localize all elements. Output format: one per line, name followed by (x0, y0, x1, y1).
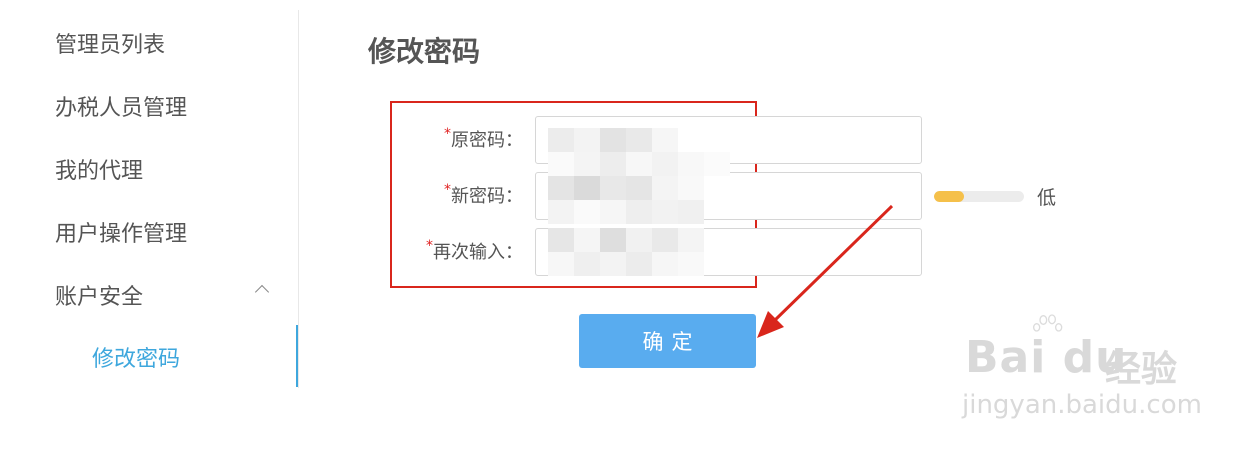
sidebar-item-user-operations[interactable]: 用户操作管理 (55, 216, 187, 248)
watermark-url: jingyan.baidu.com (962, 390, 1202, 420)
sidebar-item-admin-list[interactable]: 管理员列表 (55, 27, 165, 59)
sidebar-item-account-security[interactable]: 账户安全 (55, 279, 143, 311)
password-strength-meter (934, 191, 1024, 202)
new-password-label: *新密码： (444, 182, 523, 207)
required-mark: * (444, 182, 451, 198)
strength-meter-fill (934, 191, 964, 202)
sidebar-subitem-change-password[interactable]: 修改密码 (92, 341, 180, 373)
sidebar-item-tax-staff[interactable]: 办税人员管理 (55, 90, 187, 122)
redaction-mosaic (548, 176, 756, 224)
required-mark: * (426, 238, 433, 254)
confirm-button[interactable]: 确定 (579, 314, 756, 368)
strength-label: 低 (1037, 187, 1057, 209)
sidebar-item-my-agency[interactable]: 我的代理 (55, 153, 143, 185)
redaction-mosaic (548, 128, 756, 176)
confirm-password-label: *再次输入： (426, 238, 523, 263)
required-mark: * (444, 126, 451, 142)
watermark-brand: Bai du (965, 332, 1128, 383)
redaction-mosaic (548, 228, 756, 276)
page-title: 修改密码 (368, 35, 481, 68)
sidebar: 管理员列表 办税人员管理 我的代理 用户操作管理 账户安全 修改密码 (0, 0, 300, 449)
watermark-brand-cn: 经验 (1105, 349, 1178, 390)
sidebar-divider (298, 10, 299, 388)
chevron-up-icon[interactable] (254, 284, 270, 300)
old-password-label: *原密码： (444, 126, 523, 151)
